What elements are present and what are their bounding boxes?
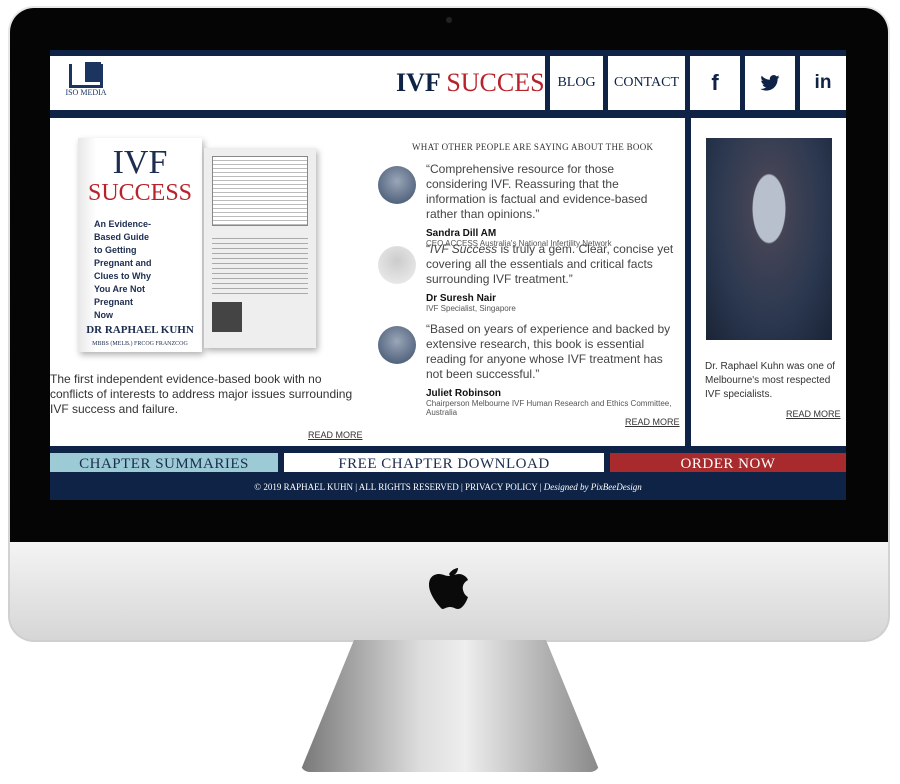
nav-blog[interactable]: BLOG: [545, 56, 603, 110]
twitter-icon[interactable]: [740, 56, 795, 110]
testimonial-quote: “Based on years of experience and backed…: [426, 322, 671, 381]
footer: © 2019 RAPHAEL KUHN | ALL RIGHTS RESERVE…: [50, 472, 846, 500]
book-author: DR RAPHAEL KUHN: [86, 324, 194, 336]
testimonial-3: “Based on years of experience and backed…: [426, 322, 674, 417]
testimonial-role: IVF Specialist, Singapore: [426, 304, 516, 313]
intro-read-more-link[interactable]: READ MORE: [308, 430, 363, 440]
site-title[interactable]: IVF SUCCESS: [396, 68, 559, 98]
testimonial-name: Dr Suresh Nair: [426, 293, 497, 304]
author-photo: [706, 138, 832, 340]
avatar-juliet-robinson: [378, 326, 416, 364]
book-title2: SUCCESS: [87, 180, 193, 206]
website-screen: ISO MEDIA IVF SUCCESS BLOG CONTACT f in …: [50, 50, 846, 500]
testimonial-role: Chairperson Melbourne IVF Human Research…: [426, 399, 672, 417]
book-title1: IVF: [112, 144, 168, 181]
footer-designer-link[interactable]: Designed by PixBeeDesign: [544, 482, 642, 492]
footer-copyright: © 2019 RAPHAEL KUHN | ALL RIGHTS RESERVE…: [254, 482, 542, 492]
testimonial-2: “IVF Success is truly a gem. Clear, conc…: [426, 242, 674, 313]
title-part1: IVF: [396, 68, 440, 97]
book-subtitle: An Evidence-Based Guide to Getting Pregn…: [94, 219, 152, 320]
testimonials-heading: WHAT OTHER PEOPLE ARE SAYING ABOUT THE B…: [412, 142, 654, 152]
author-text: Dr. Raphael Kuhn was one of Melbourne's …: [705, 361, 836, 400]
apple-logo-icon: [428, 560, 470, 610]
quote-book-title: IVF Success: [430, 242, 498, 256]
testimonial-quote: “IVF Success is truly a gem. Clear, conc…: [426, 242, 674, 287]
book-image: IVF SUCCESS An Evidence-Based Guide to G…: [78, 138, 318, 352]
testimonial-quote: “Comprehensive resource for those consid…: [426, 162, 648, 221]
facebook-icon[interactable]: f: [685, 56, 740, 110]
book-logo-icon: [69, 62, 103, 88]
logo[interactable]: ISO MEDIA: [64, 62, 108, 97]
intro-text: The first independent evidence-based boo…: [50, 372, 353, 416]
nav-contact[interactable]: CONTACT: [603, 56, 685, 110]
book-back-cover: [204, 148, 316, 348]
author-read-more-link[interactable]: READ MORE: [786, 409, 841, 419]
camera-icon: [446, 17, 452, 23]
avatar-sandra-dill: [378, 166, 416, 204]
imac-stand: [300, 640, 600, 772]
avatar-suresh-nair: [378, 246, 416, 284]
testimonial-1: “Comprehensive resource for those consid…: [426, 162, 674, 248]
testimonials-read-more-link[interactable]: READ MORE: [625, 417, 680, 427]
testimonial-name: Juliet Robinson: [426, 388, 501, 399]
book-credentials: MBBS (MELB.) FRCOG FRANZCOG: [92, 341, 188, 347]
book-front-cover: IVF SUCCESS An Evidence-Based Guide to G…: [78, 138, 202, 352]
testimonial-name: Sandra Dill AM: [426, 228, 497, 239]
logo-text: ISO MEDIA: [65, 88, 107, 97]
linkedin-icon[interactable]: in: [795, 56, 846, 110]
title-part2: SUCCESS: [446, 68, 560, 97]
